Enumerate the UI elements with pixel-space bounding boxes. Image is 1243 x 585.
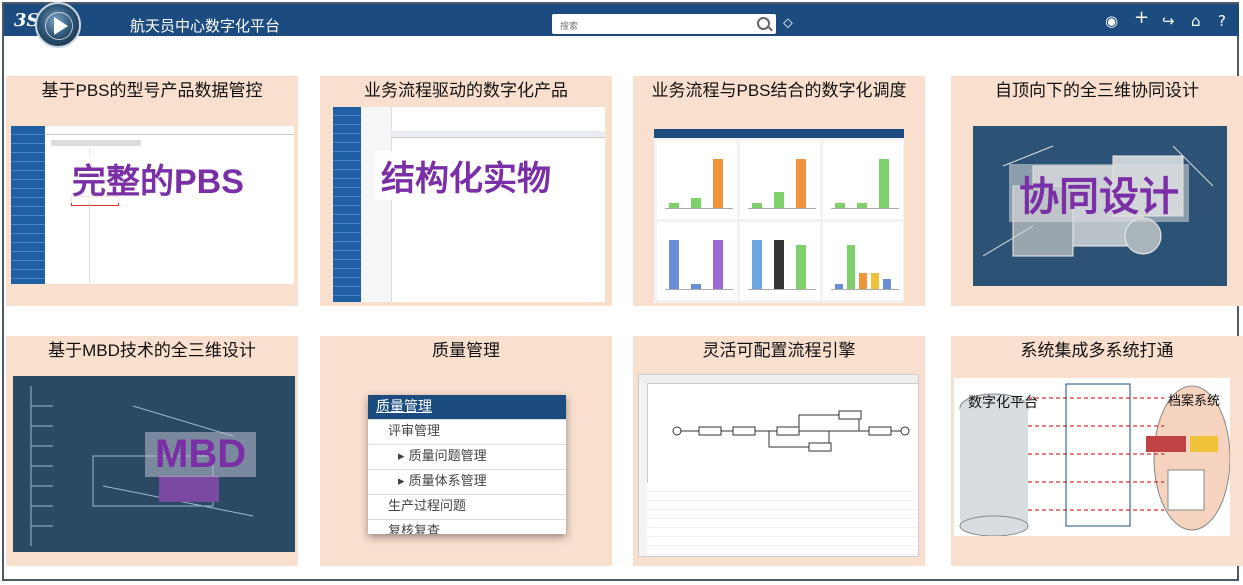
side-nav [333,107,361,302]
chart-bar [752,240,762,290]
help-icon[interactable]: ? [1218,13,1226,29]
card-quality[interactable]: 质量管理 质量管理 评审管理 ▸ 质量问题管理 ▸ 质量体系管理 生产过程问题 … [320,336,612,566]
mbd-screenshot: MBD [13,376,295,552]
search-input[interactable] [558,16,752,36]
archive-system-label: 档案系统 [1168,394,1221,409]
integration-diagram: 数字化平台 档案系统 [954,378,1230,536]
card-cooperation[interactable]: 自顶向下的全三维协同设计 协同设计 [951,76,1243,306]
card-pbs[interactable]: 基于PBS的型号产品数据管控 完整的PBS [6,76,298,306]
chart-bar [713,159,723,209]
dashboard-chart [740,141,820,219]
card-caption: 业务流程与PBS结合的数字化调度 [651,81,907,100]
overlay-text: MBD [145,432,257,477]
overlay-text: 完整的PBS [66,154,250,203]
menu-item-review[interactable]: 评审管理 [368,420,566,445]
chart-axis [748,289,816,290]
card-caption: 自顶向下的全三维协同设计 [995,81,1199,100]
side-nav [11,126,45,284]
quality-menu[interactable]: 质量管理 评审管理 ▸ 质量问题管理 ▸ 质量体系管理 生产过程问题 复核复查 [368,395,566,534]
card-process[interactable]: 业务流程驱动的数字化产品 结构化实物 [320,76,612,306]
dashboard-chart [740,222,820,300]
card-caption: 质量管理 [432,341,500,360]
chart-bar [796,159,806,209]
workflow-screenshot [638,374,919,557]
cad-screenshot: 协同设计 [973,126,1227,286]
chart-bar [879,159,889,209]
chart-axis [831,289,899,290]
top-bar: 3S 航天员中心数字化平台 ⬦ ◉ + ↪ ⌂ ? [4,4,1239,36]
menu-item-recheck[interactable]: 复核复查 [368,520,566,534]
compass-icon[interactable] [35,2,81,48]
share-icon[interactable]: ↪ [1162,13,1175,29]
overlay-text: 结构化实物 [375,151,557,200]
card-integration[interactable]: 系统集成多系统打通 数字化平台 档案系统 [951,336,1243,566]
chart-axis [748,208,816,209]
chart-bar [859,273,867,290]
dashboard-chart [657,222,737,300]
card-workflow[interactable]: 灵活可配置流程引擎 [633,336,925,566]
card-caption: 基于PBS的型号产品数据管控 [41,81,263,100]
card-caption: 基于MBD技术的全三维设计 [48,341,256,360]
menu-item-quality[interactable]: 质量管理 [368,395,566,420]
card-dispatch[interactable]: 业务流程与PBS结合的数字化调度 [633,76,925,306]
chart-bar [774,192,784,209]
menu-item-quality-issue[interactable]: ▸ 质量问题管理 [368,445,566,470]
card-caption: 系统集成多系统打通 [1020,341,1174,360]
dashboard-chart [823,141,903,219]
chart-bar [847,245,855,290]
chart-bar [871,273,879,290]
process-screenshot: 结构化实物 [333,107,605,302]
plus-icon[interactable]: + [1134,9,1149,27]
chart-axis [831,208,899,209]
dashboard-chart [823,222,903,300]
menu-item-production[interactable]: 生产过程问题 [368,495,566,520]
user-icon[interactable]: ◉ [1105,13,1118,29]
dashboard-chart [657,141,737,219]
pbs-screenshot: 完整的PBS [11,126,294,284]
search-icon[interactable] [757,17,770,30]
card-caption: 业务流程驱动的数字化产品 [364,81,568,100]
app-title: 航天员中心数字化平台 [130,17,281,35]
flow-diagram [672,410,910,452]
chart-bar [669,240,679,290]
chart-bar [774,240,784,290]
overlay-text: 协同设计 [1009,164,1189,222]
tag-icon[interactable]: ⬦ [783,15,793,31]
card-caption: 灵活可配置流程引擎 [702,341,856,360]
menu-item-quality-system[interactable]: ▸ 质量体系管理 [368,470,566,495]
chart-axis [665,208,733,209]
dashboard-header [654,129,904,138]
chart-axis [665,289,733,290]
home-icon[interactable]: ⌂ [1191,13,1201,29]
chart-bar [713,240,723,290]
dashboard-screenshot [654,129,904,303]
search-box[interactable] [552,14,776,36]
chart-bar [796,245,806,290]
card-mbd[interactable]: 基于MBD技术的全三维设计 MBD [6,336,298,566]
digital-platform-label: 数字化平台 [968,395,1038,411]
